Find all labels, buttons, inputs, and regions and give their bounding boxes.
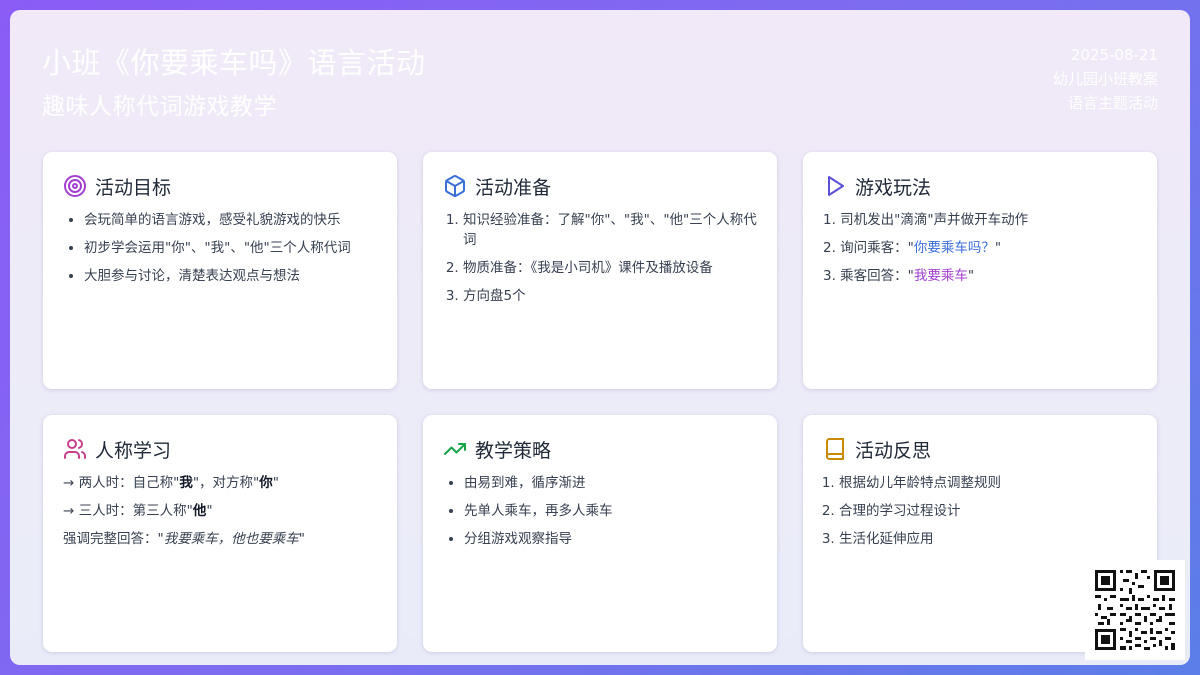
users-icon: [64, 439, 86, 459]
card-title: 人称学习: [95, 439, 172, 462]
list-item: 生活化延伸应用: [839, 529, 1137, 549]
list-item: 大胆参与讨论，清楚表达观点与想法: [84, 266, 377, 286]
person-line-1: → 两人时：自己称"我"，对方称"你": [63, 475, 279, 491]
target-icon: [64, 175, 86, 197]
prep-list: 知识经验准备：了解"你"、"我"、"他"三个人称代词 物质准备：《我是小司机》课…: [443, 210, 757, 306]
highlight-answer: 我要乘车: [913, 268, 968, 284]
card-game: 游戏玩法 1. 司机发出"滴滴"声并做开车动作 2. 询问乘客："你要乘车吗？"…: [803, 152, 1157, 389]
list-item: 由易到难，循序渐进: [464, 473, 757, 493]
person-line-3: 强调完整回答："我要乘车，他也要乘车": [63, 531, 305, 547]
page-title: 小班《你要乘车吗》语言活动: [42, 46, 426, 80]
goals-list: 会玩简单的语言游戏，感受礼貌游戏的快乐 初步学会运用"你"、"我"、"他"三个人…: [63, 210, 377, 286]
game-step-3: 3. 乘客回答："我要乘车": [823, 268, 975, 284]
date-label: 2025-08-21: [1070, 46, 1158, 64]
card-title: 教学策略: [475, 439, 552, 462]
list-item: 方向盘5个: [463, 286, 757, 306]
qr-code-graphic: [1085, 560, 1185, 660]
play-icon: [828, 176, 844, 196]
list-item: 分组游戏观察指导: [464, 529, 757, 549]
list-item: 根据幼儿年龄特点调整规则: [839, 473, 1137, 493]
meta-type: 幼儿园小班教案: [1052, 70, 1158, 88]
page-subtitle: 趣味人称代词游戏教学: [42, 94, 277, 120]
card-goals: 活动目标 会玩简单的语言游戏，感受礼貌游戏的快乐 初步学会运用"你"、"我"、"…: [43, 152, 397, 389]
trending-up-icon: [444, 443, 466, 455]
list-item: 物质准备：《我是小司机》课件及播放设备: [463, 258, 757, 278]
person-line-2: → 三人时：第三人称"他": [63, 503, 213, 519]
card-strategy: 教学策略 由易到难，循序渐进 先单人乘车，再多人乘车 分组游戏观察指导: [423, 415, 777, 652]
reflect-list: 根据幼儿年龄特点调整规则 合理的学习过程设计 生活化延伸应用: [823, 473, 1137, 549]
list-item: 会玩简单的语言游戏，感受礼貌游戏的快乐: [84, 210, 377, 230]
list-item: 合理的学习过程设计: [839, 501, 1137, 521]
game-step-2: 2. 询问乘客："你要乘车吗？": [823, 240, 1002, 256]
book-icon: [826, 438, 844, 460]
card-title: 游戏玩法: [855, 176, 932, 199]
card-person: 人称学习 → 两人时：自己称"我"，对方称"你" → 三人时：第三人称"他" 强…: [43, 415, 397, 652]
list-item: 初步学会运用"你"、"我"、"他"三个人称代词: [84, 238, 377, 258]
box-icon: [445, 175, 465, 197]
card-title: 活动目标: [95, 176, 172, 199]
card-title: 活动准备: [475, 176, 552, 199]
list-item: 知识经验准备：了解"你"、"我"、"他"三个人称代词: [463, 210, 757, 250]
game-step-1: 1. 司机发出"滴滴"声并做开车动作: [823, 212, 1029, 228]
card-prep: 活动准备 知识经验准备：了解"你"、"我"、"他"三个人称代词 物质准备：《我是…: [423, 152, 777, 389]
highlight-question: 你要乘车吗？: [913, 240, 995, 256]
strategy-list: 由易到难，循序渐进 先单人乘车，再多人乘车 分组游戏观察指导: [443, 473, 757, 549]
card-title: 活动反思: [855, 439, 932, 462]
qr-code: [1085, 560, 1185, 660]
meta-theme: 语言主题活动: [1067, 94, 1158, 112]
list-item: 先单人乘车，再多人乘车: [464, 501, 757, 521]
header-meta: 2025-08-21 幼儿园小班教案 语言主题活动: [1053, 43, 1158, 115]
